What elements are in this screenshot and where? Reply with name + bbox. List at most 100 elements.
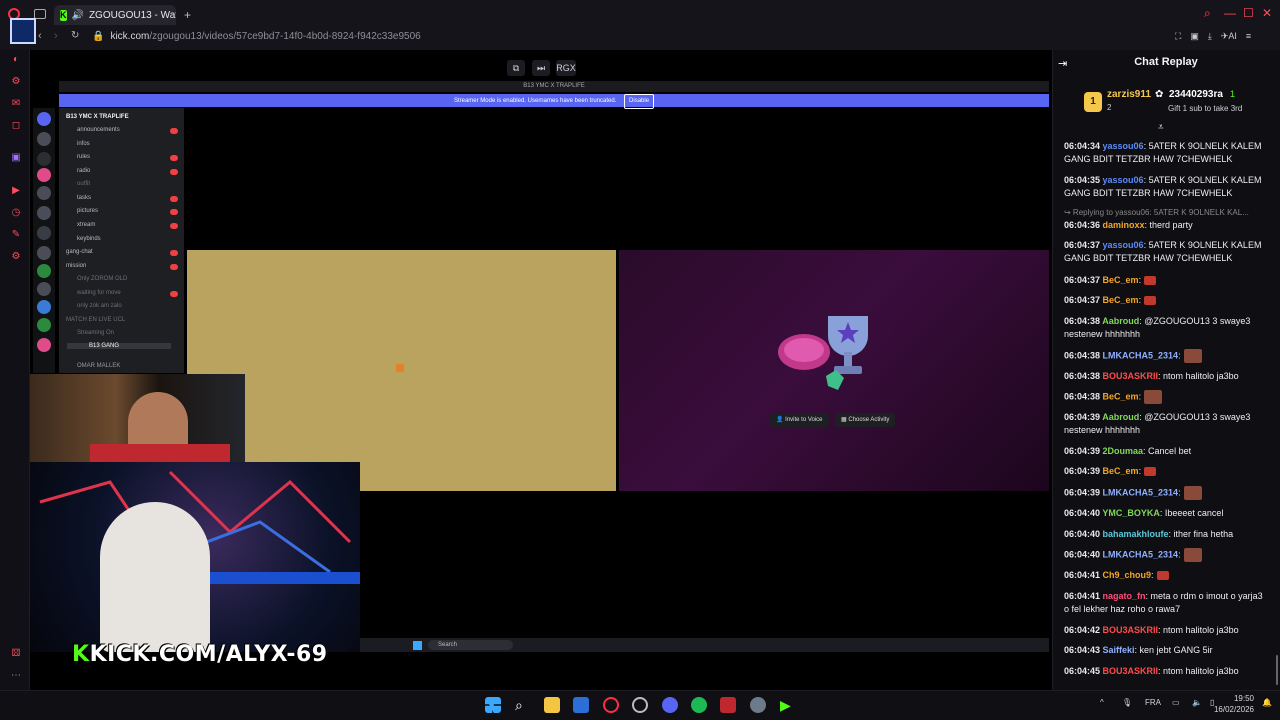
sidebar-twitch-icon[interactable]: ▣ [10, 152, 22, 164]
voice-channel[interactable]: only zok am zalo [77, 303, 122, 309]
new-tab-button[interactable]: + [184, 8, 191, 22]
voice-channel[interactable]: Only ZOROM OLD [77, 276, 127, 282]
clock-time[interactable]: 19:50 [1232, 694, 1254, 703]
sidebar-pinboard-icon[interactable]: ✎ [10, 229, 22, 241]
server-icon[interactable] [37, 112, 51, 126]
message-user[interactable]: Saiffeki [1103, 645, 1135, 655]
close-icon[interactable]: ✕ [1262, 6, 1272, 20]
channel-item[interactable]: keybinds [77, 236, 101, 242]
tray-chevron-icon[interactable]: ^ [1100, 698, 1104, 707]
search-tabs-icon[interactable]: ⌕ [1204, 6, 1211, 21]
server-icon[interactable] [37, 168, 51, 182]
pip-icon[interactable]: ⧉ [507, 60, 525, 76]
server-icon[interactable] [37, 338, 51, 352]
channel-item[interactable]: pictures [77, 208, 98, 214]
spotify-icon[interactable] [691, 697, 707, 713]
sidebar-messenger-icon[interactable]: ✉ [10, 98, 22, 110]
discord-taskbar-icon[interactable] [662, 697, 678, 713]
sidebar-ai-icon[interactable]: ⚙ [10, 76, 22, 88]
choose-activity-button[interactable]: ▦ Choose Activity [835, 413, 896, 427]
pinned-user[interactable]: zarzis911 [1107, 89, 1151, 100]
message-user[interactable]: nagato_fn [1103, 591, 1146, 601]
streamdeck-icon[interactable] [720, 697, 736, 713]
extensions-icon[interactable]: ⛶ [1175, 31, 1181, 42]
notification-icon[interactable]: 🔔 [1262, 698, 1272, 707]
sidebar-settings-icon[interactable]: ⚙ [10, 251, 22, 263]
message-user[interactable]: Aabroud [1102, 412, 1139, 422]
channel-item[interactable]: outfit [77, 181, 90, 187]
server-icon[interactable] [37, 152, 51, 166]
disable-button[interactable]: Disable [624, 94, 655, 109]
rgx-button[interactable]: RGX [556, 60, 576, 76]
message-user[interactable]: BOU3ASKRII [1103, 625, 1159, 635]
url-field[interactable]: 🔒 kick.com/zgougou13/videos/57ce9bd7-14f… [92, 31, 421, 42]
message-user[interactable]: LMKACHA5_2314 [1103, 549, 1179, 559]
expand-pinned-icon[interactable]: ⩡ [1158, 122, 1164, 133]
server-icon[interactable] [37, 132, 51, 146]
skip-icon[interactable]: ⏭ [532, 60, 550, 76]
steam-icon[interactable] [632, 697, 648, 713]
tab-kick[interactable]: K 🔊 ZGOUGOU13 - Watch [54, 5, 176, 25]
server-icon[interactable] [37, 264, 51, 278]
kick-taskbar-icon[interactable]: ▶ [780, 697, 796, 713]
settings-icon[interactable] [750, 697, 766, 713]
snapshot-icon[interactable]: ▣ [1190, 31, 1199, 42]
channel-item[interactable]: announcements [77, 127, 120, 133]
sidebar-history-icon[interactable]: ◷ [10, 207, 22, 219]
message-user[interactable]: yassou06 [1103, 175, 1144, 185]
message-user[interactable]: daminoxx [1103, 220, 1145, 230]
message-user[interactable]: LMKACHA5_2314 [1103, 350, 1179, 360]
channel-item[interactable]: radio [77, 168, 90, 174]
sidebar-aria-icon[interactable]: ◐ [10, 54, 22, 66]
message-user[interactable]: BOU3ASKRII [1103, 371, 1159, 381]
maximize-icon[interactable]: ☐ [1243, 6, 1254, 20]
message-user[interactable]: BOU3ASKRII [1103, 666, 1159, 676]
voice-channel[interactable]: Streaming On [77, 330, 114, 336]
forward-icon[interactable]: › [54, 30, 58, 42]
channel-item[interactable]: infos [77, 141, 90, 147]
chat-scrollbar[interactable] [1276, 655, 1278, 685]
server-icon[interactable] [37, 282, 51, 296]
message-user[interactable]: bahamakhloufe [1103, 529, 1169, 539]
server-icon[interactable] [37, 246, 51, 260]
message-user[interactable]: yassou06 [1103, 141, 1144, 151]
server-icon[interactable] [37, 318, 51, 332]
mic-icon[interactable]: 🎙 [1122, 698, 1132, 707]
message-user[interactable]: BeC_em [1103, 391, 1139, 401]
search-icon[interactable]: ⌕ [515, 697, 531, 713]
channel-item[interactable]: tasks [77, 195, 91, 201]
message-user[interactable]: yassou06 [1103, 240, 1144, 250]
clock-date[interactable]: 16/02/2026 [1210, 705, 1254, 714]
speaker-icon[interactable]: 🔊 [72, 10, 84, 21]
voice-channel[interactable]: MATCH EN LIVE UCL [66, 317, 125, 323]
sidebar-panel-icon[interactable] [10, 18, 36, 44]
message-user[interactable]: BeC_em [1103, 466, 1139, 476]
sidebar-more-icon[interactable]: ⋯ [10, 670, 22, 682]
sidebar-player-icon[interactable]: ▶ [10, 185, 22, 197]
volume-icon[interactable]: 🔈 [1192, 698, 1202, 707]
download-icon[interactable]: ⤓ [1208, 31, 1212, 42]
reload-icon[interactable]: ↻ [71, 30, 79, 41]
message-user[interactable]: 2Doumaa [1103, 446, 1144, 456]
server-icon[interactable] [37, 186, 51, 200]
server-icon[interactable] [37, 226, 51, 240]
opera-taskbar-icon[interactable] [603, 697, 619, 713]
sidebar-instagram-icon[interactable]: ◻ [10, 120, 22, 132]
message-user[interactable]: LMKACHA5_2314 [1103, 487, 1179, 497]
message-user[interactable]: BeC_em [1103, 295, 1139, 305]
voice-user[interactable]: OMAR MALLEK [77, 363, 120, 369]
language-indicator[interactable]: FRA [1145, 698, 1161, 707]
server-icon[interactable] [37, 300, 51, 314]
back-icon[interactable]: ‹ [38, 30, 42, 42]
voice-channel[interactable]: waiting for move [77, 290, 121, 296]
message-user[interactable]: YMC_BOYKA [1102, 508, 1160, 518]
message-user[interactable]: Aabroud [1102, 316, 1139, 326]
menu-icon[interactable]: ≡ [1246, 31, 1251, 42]
channel-item[interactable]: gang-chat [66, 249, 93, 255]
message-user[interactable]: Ch9_chou9 [1103, 570, 1152, 580]
store-icon[interactable] [573, 697, 589, 713]
file-explorer-icon[interactable] [544, 697, 560, 713]
invite-to-voice-button[interactable]: 👤 Invite to Voice [770, 413, 829, 427]
network-icon[interactable]: ▭ [1172, 698, 1180, 707]
channel-item[interactable]: mission [66, 263, 86, 269]
